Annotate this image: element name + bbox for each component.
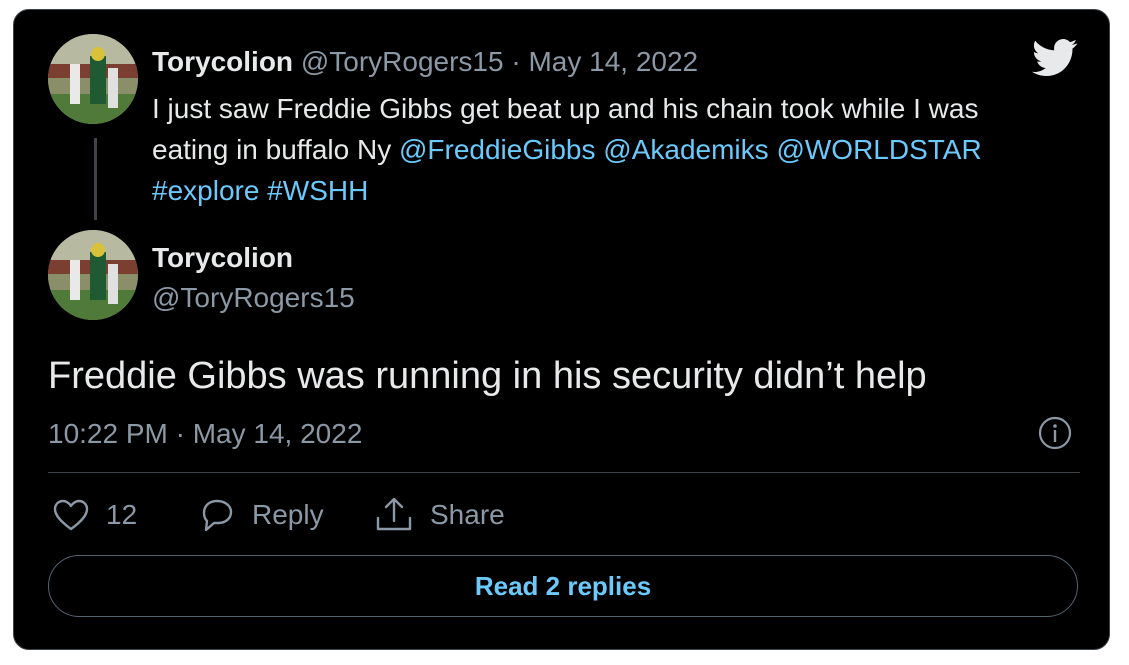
mention-link[interactable]: @Akademiks: [603, 134, 768, 165]
author-handle[interactable]: @ToryRogers15: [152, 280, 355, 316]
reply-tweet-text: Freddie Gibbs was running in his securit…: [48, 355, 927, 397]
heart-icon: [53, 499, 89, 531]
like-count: 12: [106, 499, 138, 530]
mention-link[interactable]: @FreddieGibbs: [399, 134, 596, 165]
twitter-bird-icon[interactable]: [1032, 38, 1078, 78]
info-icon[interactable]: [1038, 416, 1072, 450]
avatar-photo: [48, 230, 138, 320]
hashtag-link[interactable]: #explore: [152, 175, 259, 206]
separator-dot: ·: [511, 46, 521, 77]
hashtag-link[interactable]: #WSHH: [267, 175, 368, 206]
read-replies-button[interactable]: Read 2 replies: [48, 555, 1078, 617]
mention-link[interactable]: @WORLDSTAR: [776, 134, 981, 165]
like-button[interactable]: 12: [52, 495, 137, 535]
author-name[interactable]: Torycolion: [152, 46, 293, 77]
reply-label: Reply: [252, 499, 324, 530]
thread-connector-line: [94, 138, 97, 220]
share-button[interactable]: Share: [374, 495, 505, 535]
read-replies-label: Read 2 replies: [474, 570, 652, 601]
share-upload-icon: [376, 497, 412, 531]
reply-button[interactable]: Reply: [198, 495, 324, 535]
divider: [48, 472, 1080, 473]
avatar-photo: [48, 34, 138, 124]
tweet-timestamp[interactable]: 10:22 PM · May 14, 2022: [48, 416, 362, 452]
tweet-date[interactable]: May 14, 2022: [528, 46, 698, 77]
parent-tweet-text: I just saw Freddie Gibbs get beat up and…: [152, 88, 1052, 211]
author-name[interactable]: Torycolion: [152, 240, 293, 276]
author-handle[interactable]: @ToryRogers15: [301, 46, 504, 77]
embedded-tweet-card: Torycolion @ToryRogers15 · May 14, 2022 …: [13, 9, 1110, 650]
speech-bubble-icon: [202, 499, 233, 532]
share-label: Share: [430, 499, 505, 530]
parent-tweet-header: Torycolion @ToryRogers15 · May 14, 2022: [152, 44, 698, 80]
avatar[interactable]: [48, 230, 138, 320]
avatar[interactable]: [48, 34, 138, 124]
